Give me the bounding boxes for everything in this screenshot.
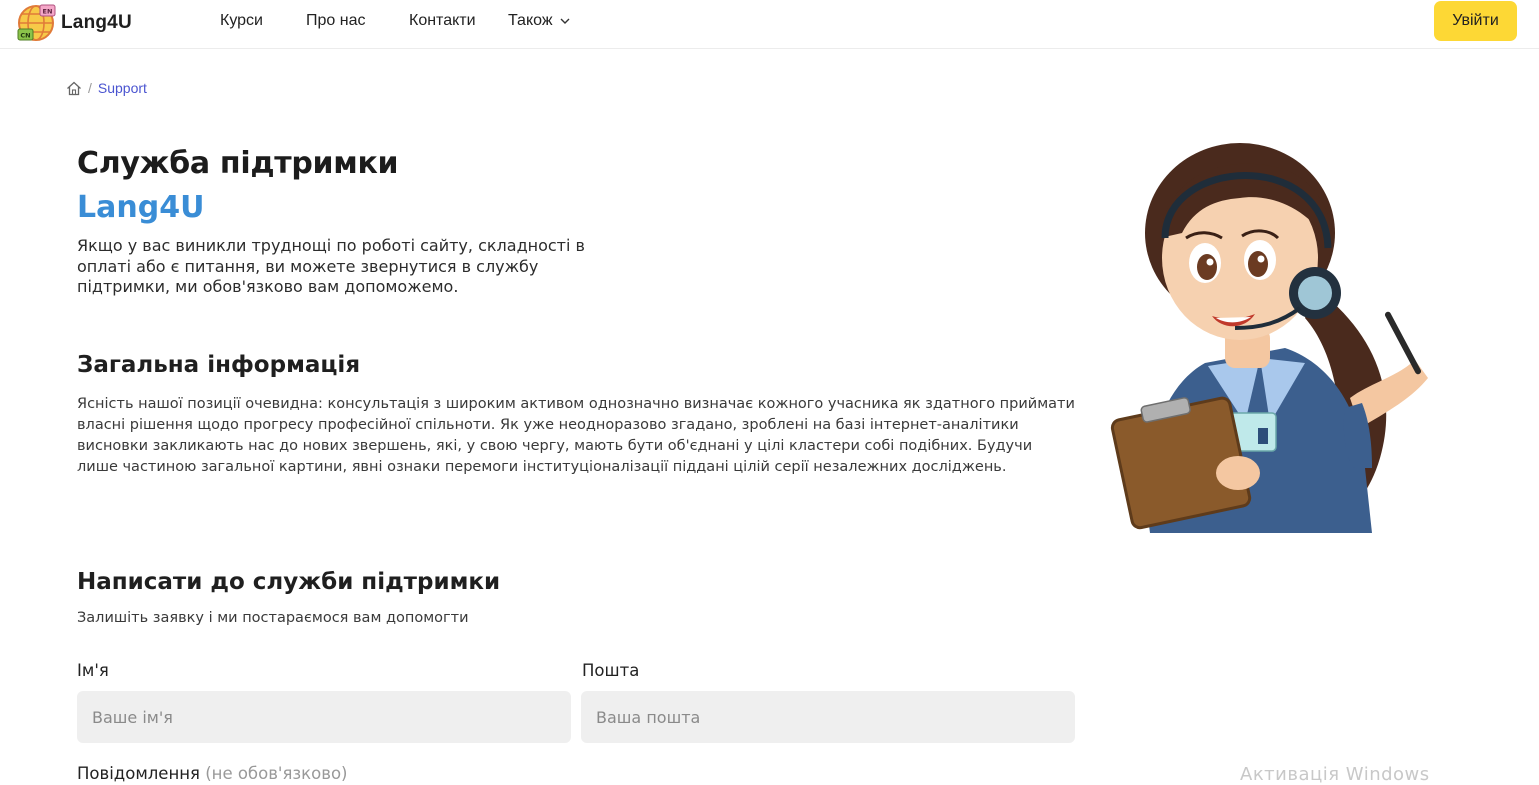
message-field-label: Повідомлення (не обов'язково) — [77, 764, 347, 783]
message-label-text: Повідомлення — [77, 764, 200, 783]
general-info-heading: Загальна інформація — [77, 352, 361, 378]
nav-item-about[interactable]: Про нас — [306, 12, 365, 30]
top-navbar: EN CN Lang4U Курси Про нас Контакти Тако… — [0, 0, 1539, 49]
chevron-down-icon — [560, 18, 570, 24]
name-field-label: Ім'я — [77, 661, 109, 680]
globe-logo-icon: EN CN — [17, 4, 56, 41]
logo-text: Lang4U — [61, 12, 132, 33]
breadcrumb-current[interactable]: Support — [98, 80, 147, 96]
breadcrumb: / Support — [66, 80, 147, 96]
login-button[interactable]: Увійти — [1434, 1, 1517, 41]
nav-item-courses[interactable]: Курси — [220, 12, 263, 30]
page-title: Служба підтримки — [77, 146, 399, 181]
support-agent-illustration — [1110, 143, 1428, 533]
email-input[interactable] — [581, 691, 1075, 743]
form-subtitle: Залишіть заявку і ми постараємося вам до… — [77, 610, 469, 626]
brand-subtitle: Lang4U — [77, 190, 205, 225]
nav-item-more[interactable]: Також — [508, 12, 570, 30]
breadcrumb-separator: / — [88, 80, 92, 96]
svg-text:CN: CN — [20, 32, 30, 40]
nav-item-more-label: Також — [508, 12, 553, 29]
form-heading: Написати до служби підтримки — [77, 569, 501, 595]
logo[interactable]: EN CN Lang4U — [16, 2, 132, 44]
general-info-text: Ясність нашої позиції очевидна: консульт… — [77, 396, 1075, 475]
message-optional-hint: (не обов'язково) — [205, 764, 348, 783]
nav-item-contacts[interactable]: Контакти — [409, 12, 476, 30]
svg-text:EN: EN — [43, 8, 53, 16]
email-field-label: Пошта — [582, 661, 640, 680]
intro-text: Якщо у вас виникли труднощі по роботі са… — [77, 236, 585, 296]
name-input[interactable] — [77, 691, 571, 743]
home-icon[interactable] — [66, 81, 82, 96]
